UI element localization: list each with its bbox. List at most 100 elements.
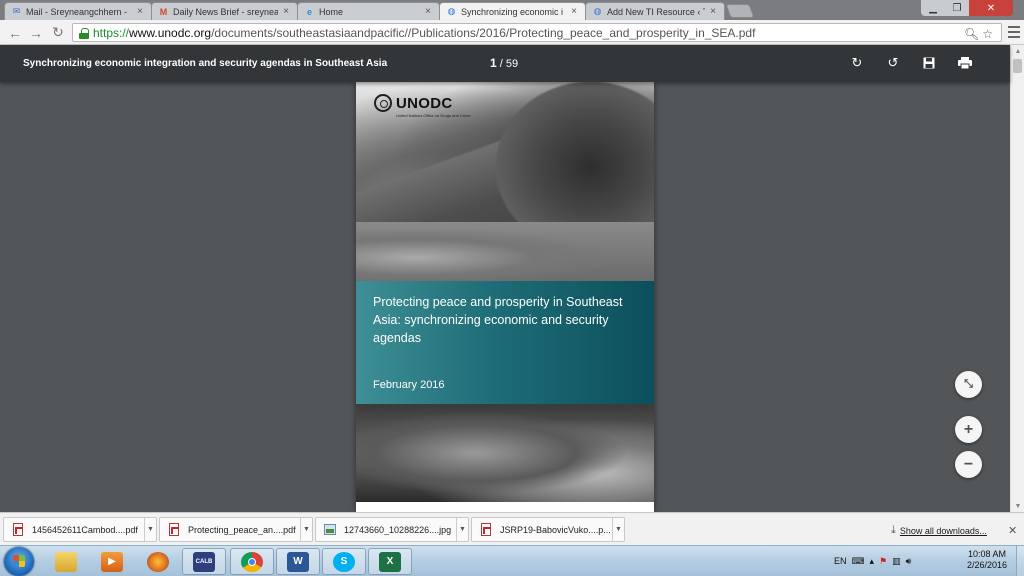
minimize-button[interactable]: ▁ [921,0,945,16]
taskbar-chrome[interactable] [230,548,274,575]
cover-photo-mountains: UNODC United Nations Office on Drugs and… [356,82,654,281]
firefox-icon [147,551,169,572]
minus-icon: − [963,455,974,473]
forward-button[interactable]: → [27,24,45,41]
clock-date: 2/26/2016 [966,560,1008,570]
taskbar-firefox[interactable] [136,548,180,575]
reload-button[interactable]: ↻ [49,24,67,41]
download-item[interactable]: 1456452611Cambod....pdf ▼ [3,517,157,542]
close-icon[interactable]: × [423,6,433,17]
save-icon[interactable] [921,55,937,71]
maximize-button[interactable]: ❐ [945,0,969,16]
total-pages: 59 [505,58,519,70]
skype-icon: S [333,551,355,572]
new-tab-button[interactable] [725,4,755,18]
tab-mail[interactable]: ✉ Mail - Sreyneangchhern - × [4,2,152,20]
close-icon[interactable]: ✕ [1008,524,1017,537]
language-indicator[interactable]: EN [834,556,847,566]
download-shelf: 1456452611Cambod....pdf ▼ Protecting_pea… [0,512,1024,545]
close-icon[interactable]: × [281,6,291,17]
taskbar-calb[interactable]: CALB [182,548,226,575]
globe-icon: ◍ [593,6,602,16]
fit-page-icon: ⤡ [964,378,973,390]
network-icon[interactable]: ▥ [892,556,901,567]
chevron-down-icon[interactable]: ▼ [612,518,624,541]
url-text: https://www.unodc.org/documents/southeas… [93,25,756,40]
download-item[interactable]: 12743660_10288226....jpg ▼ [315,517,469,542]
window-close-button[interactable]: ✕ [969,0,1013,16]
download-item[interactable]: JSRP19-BabovicVuko....p... ▼ [471,517,625,542]
fit-to-page-button[interactable]: ⤡ [955,371,982,398]
back-button[interactable]: ← [6,24,24,41]
cover-title: Protecting peace and prosperity in South… [373,295,623,345]
volume-icon[interactable]: 🔊︎ [906,556,912,567]
rotate-clockwise-icon[interactable]: ↻ [849,55,865,71]
rotate-counterclockwise-icon[interactable]: ↺ [885,55,901,71]
page-indicator: 1 / 59 [490,56,519,70]
un-emblem-icon [374,94,392,112]
close-icon[interactable]: × [708,6,718,17]
bookmark-star-icon[interactable]: ☆ [982,27,993,41]
tab-add-ti-resource[interactable]: ◍ Add New TI Resource ‹ TI × [585,2,725,20]
pdf-file-icon [480,523,492,537]
close-icon[interactable]: × [569,6,579,17]
tab-home[interactable]: e Home × [297,2,440,20]
zoom-in-button[interactable]: + [955,416,982,443]
tab-synchronizing[interactable]: ◍ Synchronizing economic i × [439,2,586,20]
zoom-out-button[interactable]: − [955,451,982,478]
tab-strip: ✉ Mail - Sreyneangchhern - × M Daily New… [0,0,1024,20]
chevron-down-icon[interactable]: ▼ [456,518,468,541]
flag-icon[interactable]: ⚑ [879,556,887,567]
download-item[interactable]: Protecting_peace_an....pdf ▼ [159,517,313,542]
tab-label: Add New TI Resource ‹ TI [607,6,705,17]
mail-icon: ✉ [12,6,21,16]
pdf-toolbar: Synchronizing economic integration and s… [0,45,1010,82]
search-icon[interactable]: 🔍︎ [964,27,979,41]
close-icon[interactable]: × [135,6,145,17]
taskbar-word[interactable]: W [276,548,320,575]
cover-photo-rocks [356,404,654,502]
chevron-down-icon[interactable]: ▼ [144,518,156,541]
cover-title-band: Protecting peace and prosperity in South… [356,281,654,404]
unodc-logo: UNODC United Nations Office on Drugs and… [374,94,471,118]
tab-label: Daily News Brief - sreynea [173,6,278,17]
taskbar-libraries[interactable] [44,548,88,575]
current-page[interactable]: 1 [490,56,497,70]
scroll-up-arrow-icon[interactable]: ▲ [1011,45,1024,57]
pdf-title: Synchronizing economic integration and s… [23,58,388,69]
pdf-file-icon [168,523,180,537]
tab-label: Home [319,6,344,17]
chrome-icon [241,551,263,572]
calb-icon: CALB [193,551,215,572]
media-player-icon: ▶ [101,551,123,572]
plus-icon: + [963,420,974,438]
vertical-scrollbar[interactable]: ▲ ▼ [1010,45,1024,512]
clock-time: 10:08 AM [967,549,1007,559]
taskbar-media-player[interactable]: ▶ [90,548,134,575]
globe-icon: ◍ [447,6,456,16]
pdf-file-icon [12,523,24,537]
print-icon[interactable] [957,55,973,71]
show-all-downloads[interactable]: ⤓ Show all downloads... [891,524,987,537]
word-icon: W [287,551,309,572]
excel-icon: X [379,551,401,572]
image-file-icon [324,523,336,537]
menu-icon[interactable] [1008,26,1020,38]
keyboard-icon[interactable]: ⌨ [852,556,865,567]
address-bar[interactable]: https://www.unodc.org/documents/southeas… [72,23,1002,42]
system-clock[interactable]: 10:08 AM 2/26/2016 [962,549,1012,571]
download-icon: ⤓ [891,524,896,536]
taskbar-skype[interactable]: S [322,548,366,575]
pdf-page: UNODC United Nations Office on Drugs and… [356,82,654,512]
tab-label: Mail - Sreyneangchhern - [26,6,128,17]
show-hidden-icons-icon[interactable]: ▴ [870,556,875,567]
tab-daily-news[interactable]: M Daily News Brief - sreynea × [151,2,298,20]
ie-icon: e [306,6,312,17]
taskbar-excel[interactable]: X [368,548,412,575]
chevron-down-icon[interactable]: ▼ [300,518,312,541]
scrollbar-thumb[interactable] [1013,59,1022,73]
start-button[interactable] [4,547,34,576]
show-desktop-button[interactable] [1016,546,1024,576]
scroll-down-arrow-icon[interactable]: ▼ [1011,500,1024,512]
tab-label: Synchronizing economic i [461,6,564,17]
